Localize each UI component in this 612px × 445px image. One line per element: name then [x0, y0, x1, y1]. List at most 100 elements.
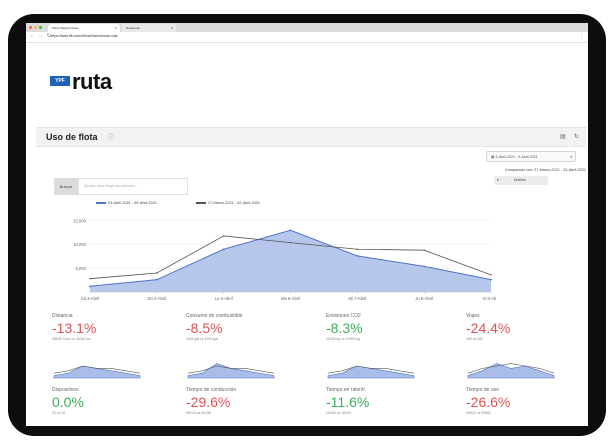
- refresh-icon[interactable]: ↻: [574, 133, 579, 140]
- x-tick-label: Sá 3-Abril: [81, 296, 99, 301]
- metric-card[interactable]: Tiempo en ralentí -11.6% 16446 vs 18334: [326, 387, 462, 415]
- fleet-usage-chart: 5,000 10,000 15,000 Sá 3-Abril Do 4-Abril Lu …: [73, 218, 496, 301]
- metric-card[interactable]: Tiempo de uso -26.6% 63830 vs 93652: [466, 387, 588, 415]
- close-tab-icon[interactable]: ×: [115, 24, 117, 32]
- x-tick-label: Ma 6-Abril: [281, 296, 300, 301]
- date-range-text: 3-Abril-2021 - 9-Abril-2021: [495, 155, 538, 159]
- browser-tab-active[interactable]: Panel Tarjeta Flotas ×: [48, 24, 120, 32]
- data-point-prior: [156, 272, 158, 274]
- minimize-window-icon[interactable]: [34, 26, 37, 29]
- metric-label: Viajes: [466, 313, 480, 319]
- metric-card[interactable]: Tiempo de conducción -29.6% 56218 vs 64138: [186, 387, 322, 415]
- metric-value: -13.1%: [52, 320, 97, 336]
- y-tick-label: 15,000: [73, 218, 86, 223]
- metric-comparison: 56218 vs 64138: [186, 411, 211, 415]
- metric-label: Tiempo en ralentí: [326, 387, 365, 393]
- x-tick-label: Vi 9-Abril: [483, 296, 496, 301]
- metric-value: 0.0%: [52, 394, 84, 410]
- metric-value: -11.6%: [326, 394, 370, 410]
- metric-label: Distancia: [52, 313, 73, 319]
- metric-label: Emisiones CO2: [326, 313, 361, 319]
- metric-comparison: 16446 vs 18334: [326, 411, 351, 415]
- data-point-current: [89, 285, 91, 288]
- chevron-down-icon: ▾: [497, 178, 499, 182]
- browser-window: Panel Tarjeta Flotas × Nueva tab × ← → ↻…: [26, 23, 588, 426]
- legend-item-prior[interactable]: 27-Marzo-2021 - 02-Abril-2021: [196, 201, 260, 205]
- browser-tab-title: Panel Tarjeta Flotas: [52, 26, 79, 30]
- x-tick-label: Ju 8-Abril: [415, 296, 433, 301]
- date-range-picker[interactable]: ▦ 3-Abril-2021 - 9-Abril-2021 ▾: [486, 151, 576, 162]
- browser-tab-title: Nueva tab: [126, 26, 140, 30]
- metric-card[interactable]: Distancia -13.1% 38030.3 km vs 44061 km: [52, 313, 188, 341]
- legend-swatch: [196, 202, 206, 204]
- metric-card[interactable]: Emisiones CO2 -8.3% 11833 kg vs 12900 kg: [326, 313, 462, 341]
- metric-sparkline: [53, 365, 141, 379]
- close-tab-icon[interactable]: ×: [171, 24, 173, 32]
- legend-item-current[interactable]: 03-Abril-2021 - 09-Abril-2021: [96, 201, 157, 205]
- compare-period-text: Comparado con: 27-Marzo-2021 - 02-Abril-…: [504, 168, 586, 172]
- sparkline-area: [467, 363, 555, 379]
- chevron-down-icon: ▾: [570, 155, 572, 159]
- legend-label: 03-Abril-2021 - 09-Abril-2021: [108, 201, 157, 205]
- metric-value: -8.5%: [186, 320, 223, 336]
- metric-comparison: 63830 vs 93652: [466, 411, 491, 415]
- legend-swatch: [96, 202, 106, 204]
- x-tick-label: Mi 7-Abril: [348, 296, 366, 301]
- x-tick-label: Do 4-Abril: [148, 296, 167, 301]
- metric-value: -26.6%: [466, 394, 511, 410]
- y-tick-label: 10,000: [73, 242, 86, 247]
- data-point-prior: [222, 235, 225, 237]
- browser-menu-icon[interactable]: ⋮: [579, 33, 584, 39]
- data-point-current: [356, 255, 359, 257]
- distinto-button[interactable]: ▾ Distinto: [494, 176, 548, 185]
- y-tick-label: 5,000: [76, 266, 87, 271]
- sparkline-area: [53, 365, 141, 379]
- metric-label: Tiempo de conducción: [186, 387, 237, 393]
- metric-comparison: 1182 gal vs 1292 gal: [186, 337, 219, 341]
- close-window-icon[interactable]: [29, 26, 32, 29]
- metric-value: -24.4%: [466, 320, 511, 336]
- data-point-prior: [289, 241, 292, 244]
- metric-value: -29.6%: [186, 394, 231, 410]
- address-bar: ← → ↻ https://www.ftb.com/inflota/histor…: [26, 32, 588, 43]
- metric-card[interactable]: Dispositivos 0.0% 20 vs 20: [52, 387, 188, 415]
- search-button[interactable]: Buscar: [54, 178, 78, 195]
- metric-value: -8.3%: [326, 320, 363, 336]
- browser-tab-inactive[interactable]: Nueva tab ×: [122, 24, 176, 32]
- brand-wordmark: ruta: [72, 69, 112, 94]
- data-point-current: [289, 229, 292, 232]
- metric-card[interactable]: Consumo de combustible -8.5% 1182 gal vs 1…: [186, 313, 322, 341]
- page-title: Uso de flota: [46, 132, 98, 142]
- x-tick-label: Lu 5-Abril: [215, 296, 233, 301]
- metric-card[interactable]: Viajes -24.4% 493 vs 652: [466, 313, 588, 341]
- metric-label: Dispositivos: [52, 387, 79, 393]
- metric-sparkline: [467, 363, 555, 379]
- data-point-current: [423, 265, 426, 268]
- browser-nav-icons[interactable]: ← → ↻: [30, 33, 52, 39]
- ypf-logo-box: YPF: [50, 76, 70, 86]
- data-point-current: [222, 248, 225, 251]
- metric-sparkline: [187, 363, 275, 379]
- metric-label: Tiempo de uso: [466, 387, 499, 393]
- browser-tab-bar: Panel Tarjeta Flotas × Nueva tab ×: [26, 23, 588, 32]
- data-point-prior: [490, 274, 492, 276]
- url-field[interactable]: https://www.ftb.com/inflota/historia/rut…: [50, 33, 570, 40]
- data-point-prior: [423, 249, 425, 251]
- data-point-current: [490, 278, 492, 281]
- metric-label: Consumo de combustible: [186, 313, 243, 319]
- metric-comparison: 11833 kg vs 12900 kg: [326, 337, 360, 341]
- page-header-bar: Uso de flota ⓘ ▤ ↻: [36, 127, 586, 147]
- series-area-current: [90, 230, 491, 292]
- metric-comparison: 38030.3 km vs 44061 km: [52, 337, 92, 341]
- metric-comparison: 493 vs 652: [466, 337, 484, 341]
- metric-sparkline: [327, 365, 415, 379]
- data-point-current: [155, 278, 158, 281]
- search-input[interactable]: Escribe para elegir las patentes...: [78, 178, 188, 195]
- maximize-window-icon[interactable]: [39, 26, 42, 29]
- sparkline-area: [327, 365, 415, 379]
- info-icon[interactable]: ⓘ: [108, 132, 114, 141]
- metric-comparison: 20 vs 20: [52, 411, 66, 415]
- legend-label: 27-Marzo-2021 - 02-Abril-2021: [208, 201, 260, 205]
- print-icon[interactable]: ▤: [560, 133, 566, 140]
- distinto-label: Distinto: [513, 178, 526, 182]
